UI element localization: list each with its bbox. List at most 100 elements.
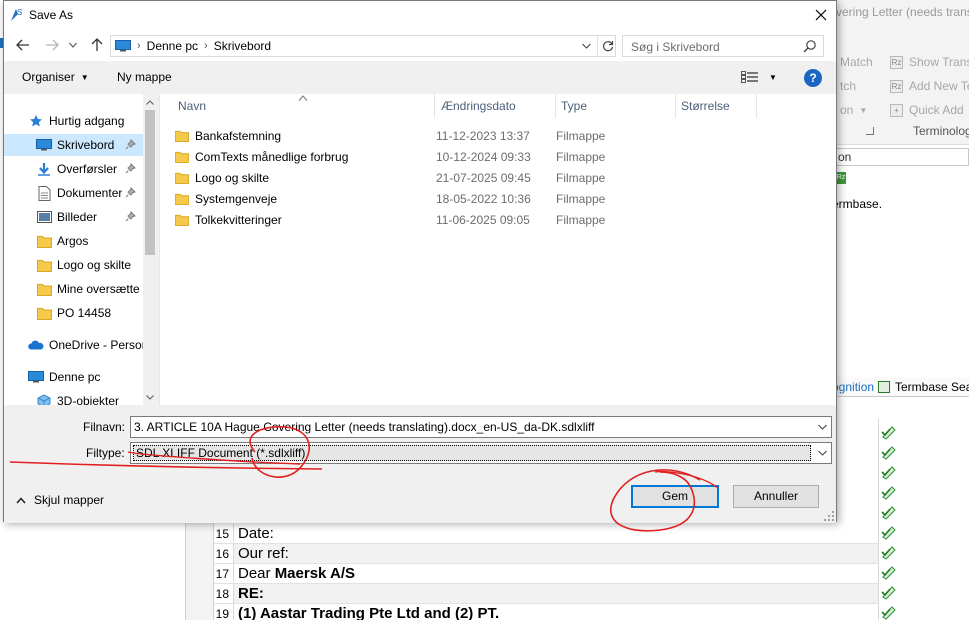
nav-item-pictures[interactable]: Billeder [4, 206, 143, 228]
segment-text[interactable]: RE: [234, 584, 878, 603]
forward-button[interactable] [41, 35, 63, 55]
cancel-button[interactable]: Annuller [733, 485, 819, 508]
file-name: Bankafstemning [195, 128, 282, 143]
nav-item-po-14458[interactable]: PO 14458 [4, 302, 143, 324]
navigation-scrollbar[interactable] [143, 94, 157, 405]
segment-row[interactable]: 16 Our ref: [214, 544, 878, 564]
termbase-search-icon [878, 381, 890, 393]
group-launcher-icon[interactable] [866, 127, 874, 135]
pin-icon[interactable] [125, 139, 136, 150]
file-date: 18-05-2022 10:36 [436, 191, 531, 206]
back-button[interactable] [12, 35, 34, 55]
3d-objects-icon [36, 394, 52, 405]
nav-item-logo-og-skilte[interactable]: Logo og skilte [4, 254, 143, 276]
help-button[interactable]: ? [804, 69, 822, 87]
hide-folders-toggle[interactable]: Skjul mapper [16, 493, 104, 507]
file-date: 11-06-2025 09:05 [436, 212, 530, 227]
scroll-thumb[interactable] [145, 110, 155, 255]
details-view-icon [741, 71, 758, 83]
ribbon-option[interactable]: on ▼ [840, 103, 867, 117]
list-item[interactable]: Bankafstemning 11-12-2023 13:37 Filmappe [175, 125, 815, 146]
segment-row[interactable]: 19 (1) Aastar Trading Pte Ltd and (2) PT… [214, 604, 878, 620]
segment-text[interactable]: (1) Aastar Trading Pte Ltd and (2) PT. [234, 604, 878, 620]
segment-number: 19 [214, 604, 234, 620]
nav-item-desktop[interactable]: Skrivebord [4, 134, 143, 156]
pin-icon[interactable] [125, 163, 136, 174]
column-header-name[interactable]: Navn [178, 94, 435, 118]
file-date: 10-12-2024 09:33 [436, 149, 531, 164]
column-header-date[interactable]: Ændringsdato [441, 94, 556, 118]
ribbon-quick-add[interactable]: + Quick Add [890, 103, 964, 117]
filetype-dropdown-button[interactable] [813, 443, 831, 463]
up-button[interactable] [86, 35, 108, 55]
recent-locations-button[interactable] [66, 35, 80, 55]
filename-history-dropdown[interactable] [813, 417, 831, 437]
filetype-select[interactable]: SDL XLIFF Document (*.sdlxliff) [130, 442, 832, 464]
segment-text[interactable]: Date: [234, 524, 878, 543]
organise-button[interactable]: Organiser ▼ [22, 70, 89, 84]
breadcrumb-separator[interactable]: › [204, 40, 208, 52]
nav-item-documents[interactable]: Dokumenter [4, 182, 143, 204]
address-history-dropdown[interactable] [577, 36, 595, 56]
nav-item-this-pc[interactable]: Denne pc [4, 366, 143, 388]
quick-add-icon: + [890, 103, 903, 117]
resize-grip-icon[interactable] [824, 511, 834, 521]
search-input[interactable]: Søg i Skrivebord [622, 35, 824, 57]
segment-row[interactable]: 18 RE: [214, 584, 878, 604]
nav-item-downloads[interactable]: Overførsler [4, 158, 143, 180]
tab-termbase-search[interactable]: Termbase Sea [878, 380, 969, 394]
folder-icon [36, 258, 52, 272]
pin-icon[interactable] [125, 211, 136, 222]
breadcrumb-separator[interactable]: › [137, 40, 141, 52]
background-window-title: vering Letter (needs translati [836, 5, 969, 19]
nav-item-onedrive[interactable]: OneDrive - Persor [4, 334, 143, 356]
ribbon-match-2[interactable]: tch [840, 79, 856, 93]
dialog-titlebar[interactable]: S Save As [4, 1, 836, 29]
list-item[interactable]: Tolkekvitteringer 11-06-2025 09:05 Filma… [175, 209, 815, 230]
segment-row[interactable]: 17 Dear Maersk A/S [214, 564, 878, 584]
column-header-type[interactable]: Type [561, 94, 676, 118]
segment-number: 18 [214, 584, 234, 603]
breadcrumb-denne-pc[interactable]: Denne pc [147, 39, 198, 53]
background-search-field[interactable]: on [836, 148, 969, 166]
close-icon [815, 9, 827, 21]
scroll-up-button[interactable] [143, 94, 157, 110]
ribbon-show-translation[interactable]: Rz Show Trans [890, 55, 969, 69]
file-name: Tolkekvitteringer [195, 212, 282, 227]
filename-input[interactable]: 3. ARTICLE 10A Hague Covering Letter (ne… [130, 416, 832, 438]
nav-item-quick-access[interactable]: Hurtig adgang [4, 110, 143, 132]
nav-item-3d-objects[interactable]: 3D-objekter [4, 390, 143, 405]
address-bar[interactable]: › Denne pc › Skrivebord [110, 35, 616, 57]
list-item[interactable]: ComTexts månedlige forbrug 10-12-2024 09… [175, 146, 815, 167]
segment-confirmed-icon [880, 544, 900, 564]
new-folder-button[interactable]: Ny mappe [117, 70, 172, 84]
segment-text[interactable]: Dear Maersk A/S [234, 564, 878, 583]
segment-row[interactable]: 15 Date: [214, 524, 878, 544]
breadcrumb-skrivebord[interactable]: Skrivebord [214, 39, 271, 53]
file-type: Filmappe [556, 191, 606, 206]
filetype-value: SDL XLIFF Document (*.sdlxliff) [133, 445, 811, 461]
ribbon-add-new-term[interactable]: Rz Add New Te [890, 79, 969, 93]
change-view-button[interactable]: ▼ [741, 69, 777, 85]
list-item[interactable]: Logo og skilte 21-07-2025 09:45 Filmappe [175, 167, 815, 188]
file-type: Filmappe [556, 170, 606, 185]
close-button[interactable] [806, 1, 836, 29]
column-header-size[interactable]: Størrelse [681, 94, 757, 118]
search-icon[interactable] [803, 39, 817, 53]
ribbon-match[interactable]: Match [840, 55, 873, 69]
dialog-title: Save As [29, 8, 74, 22]
segment-text[interactable]: Our ref: [234, 544, 878, 563]
scroll-down-button[interactable] [143, 389, 157, 405]
dropdown-arrow-icon: ▼ [769, 72, 777, 82]
chevron-down-icon [817, 424, 827, 430]
pin-icon[interactable] [125, 187, 136, 198]
termbase-green-icon[interactable]: Rz [836, 172, 846, 184]
segment-confirmed-icon [880, 604, 900, 620]
pictures-icon [36, 210, 52, 224]
tab-term-recognition[interactable]: ognition [832, 380, 874, 394]
list-item[interactable]: Systemgenveje 18-05-2022 10:36 Filmappe [175, 188, 815, 209]
save-button[interactable]: Gem [631, 485, 719, 508]
nav-item-mine-oversaettelser[interactable]: Mine oversætte [4, 278, 143, 300]
nav-item-argos[interactable]: Argos [4, 230, 143, 252]
refresh-button[interactable] [597, 36, 617, 56]
